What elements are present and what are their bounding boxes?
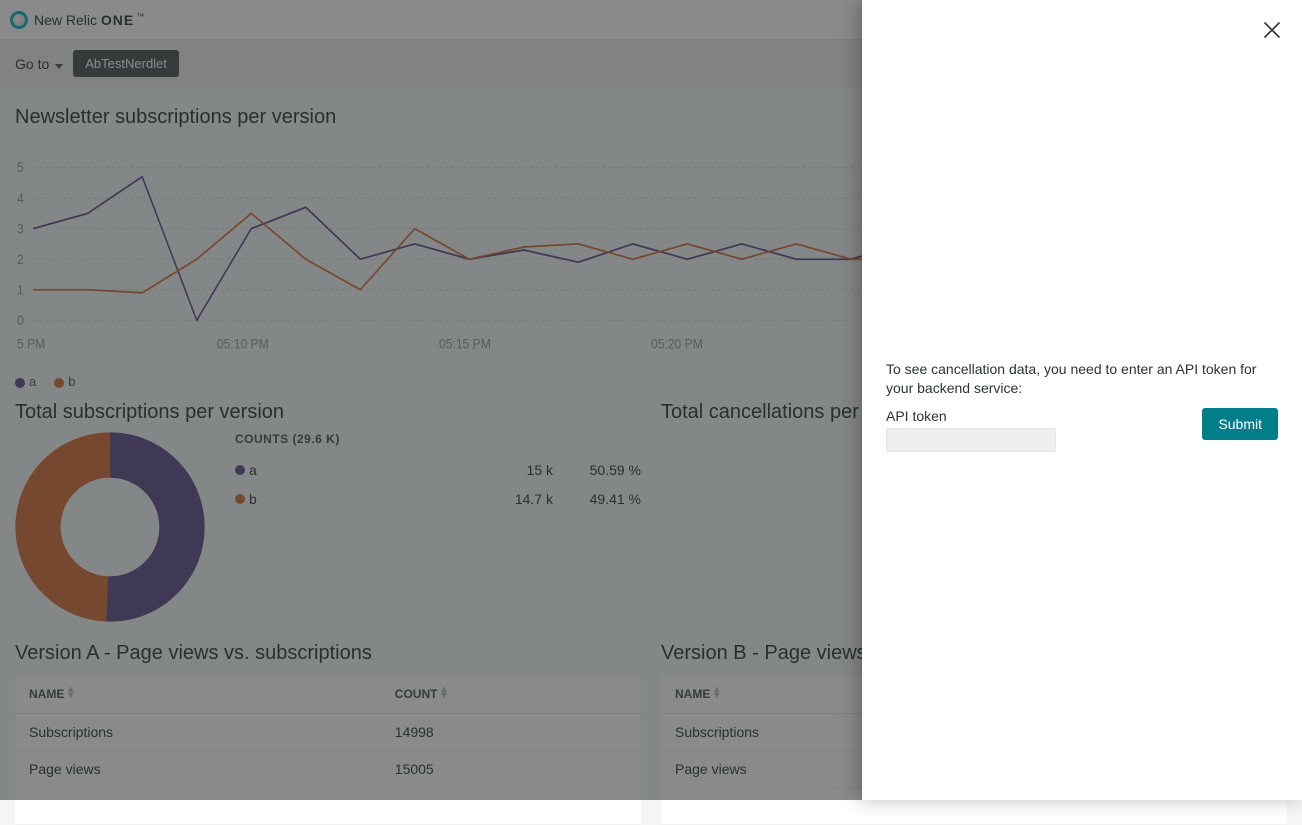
close-button[interactable] <box>1260 18 1284 42</box>
submit-button[interactable]: Submit <box>1202 408 1278 440</box>
api-token-label: API token <box>886 408 1188 424</box>
close-icon <box>1260 18 1284 42</box>
api-token-input[interactable] <box>886 428 1056 452</box>
api-token-drawer: To see cancellation data, you need to en… <box>862 0 1302 800</box>
drawer-message: To see cancellation data, you need to en… <box>886 360 1278 398</box>
